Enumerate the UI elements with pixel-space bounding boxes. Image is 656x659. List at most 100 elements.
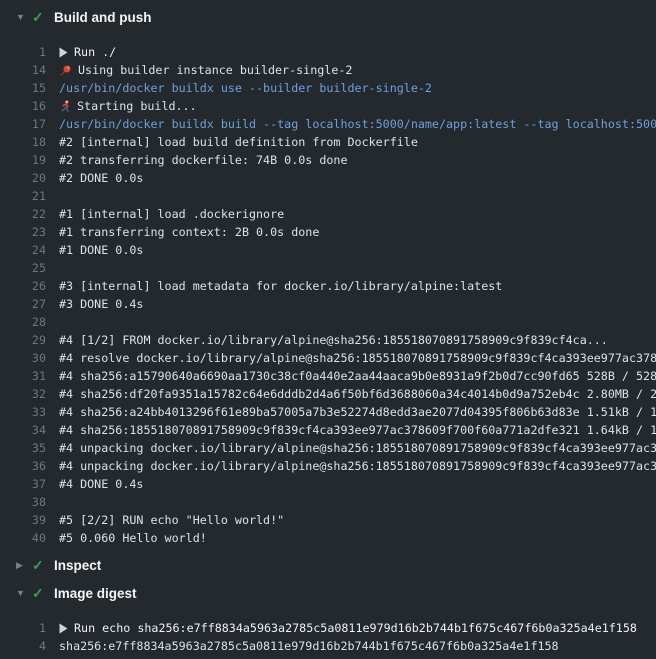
log-line-text: #2 DONE 0.0s <box>59 169 143 187</box>
log-line-number[interactable]: 23 <box>0 223 46 241</box>
chevron-icon[interactable]: ▼ <box>16 589 32 598</box>
log-line: 23 #1 transferring context: 2B 0.0s done <box>0 223 656 241</box>
chevron-icon[interactable]: ▶ <box>16 561 32 570</box>
log-line-number[interactable]: 28 <box>0 313 46 331</box>
log-line-text: Using builder instance builder-single-2 <box>78 61 352 79</box>
log-line-number[interactable]: 16 <box>0 97 46 115</box>
log-line-text: Run ./ <box>74 43 116 61</box>
log-line-text: Starting build... <box>77 97 197 115</box>
log-line-number[interactable]: 40 <box>0 529 46 547</box>
log-line-number[interactable]: 25 <box>0 259 46 277</box>
log-line-text: #5 [2/2] RUN echo "Hello world!" <box>59 511 284 529</box>
log-line: 21 <box>0 187 656 205</box>
step-section: ▼ Build and push 1 Run ./ 14 Using build… <box>0 3 656 551</box>
log-line: 4 sha256:e7ff8834a5963a2785c5a0811e979d1… <box>0 637 656 655</box>
log-line-number[interactable]: 34 <box>0 421 46 439</box>
log-line: 15 /usr/bin/docker buildx use --builder … <box>0 79 656 97</box>
log-line: 35 #4 unpacking docker.io/library/alpine… <box>0 439 656 457</box>
step-header[interactable]: ▼ Build and push <box>0 3 656 31</box>
log-line-text: #4 sha256:a15790640a6690aa1730c38cf0a440… <box>59 367 656 385</box>
log-line-number[interactable]: 18 <box>0 133 46 151</box>
log-line: 36 #4 unpacking docker.io/library/alpine… <box>0 457 656 475</box>
log-line-number[interactable]: 35 <box>0 439 46 457</box>
step-header[interactable]: ▶ Inspect <box>0 551 656 579</box>
log-line-number[interactable]: 32 <box>0 385 46 403</box>
log-line: 32 #4 sha256:df20fa9351a15782c64e6dddb2d… <box>0 385 656 403</box>
log-line: 1 Run ./ <box>0 43 656 61</box>
log-line-text: #1 transferring context: 2B 0.0s done <box>59 223 319 241</box>
check-icon <box>32 10 54 24</box>
log-line-text: #4 sha256:df20fa9351a15782c64e6dddb2d4a6… <box>59 385 656 403</box>
step-title: Inspect <box>54 558 101 573</box>
pushpin-icon <box>59 64 72 77</box>
log-line-text: #1 [internal] load .dockerignore <box>59 205 284 223</box>
log-line: 17 /usr/bin/docker buildx build --tag lo… <box>0 115 656 133</box>
step-header[interactable]: ▼ Image digest <box>0 579 656 607</box>
log-line-text: #5 0.060 Hello world! <box>59 529 207 547</box>
step-log-lines: 1 Run ./ 14 Using builder instance build… <box>0 31 656 551</box>
log-line-text: #1 DONE 0.0s <box>59 241 143 259</box>
log-line: 37 #4 DONE 0.4s <box>0 475 656 493</box>
log-line-text: /usr/bin/docker buildx use --builder bui… <box>59 79 432 97</box>
log-line: 18 #2 [internal] load build definition f… <box>0 133 656 151</box>
log-line-text: #2 [internal] load build definition from… <box>59 133 418 151</box>
log-line-number[interactable]: 17 <box>0 115 46 133</box>
log-line-number[interactable]: 1 <box>0 43 46 61</box>
log-line-number[interactable]: 31 <box>0 367 46 385</box>
log-line-number[interactable]: 19 <box>0 151 46 169</box>
log-line-text: sha256:e7ff8834a5963a2785c5a0811e979d16b… <box>59 637 559 655</box>
log-line-text: #4 sha256:185518070891758909c9f839cf4ca3… <box>59 421 656 439</box>
step-title: Image digest <box>54 586 137 601</box>
log-line-number[interactable]: 33 <box>0 403 46 421</box>
log-line: 1 Run echo sha256:e7ff8834a5963a2785c5a0… <box>0 619 656 637</box>
log-line-text: #4 unpacking docker.io/library/alpine@sh… <box>59 457 656 475</box>
log-line-text: Using builder instance builder-single-2 <box>59 61 352 79</box>
log-line: 16 Starting build... <box>0 97 656 115</box>
log-line-text: #3 [internal] load metadata for docker.i… <box>59 277 502 295</box>
log-line-number[interactable]: 20 <box>0 169 46 187</box>
log-line-number[interactable]: 22 <box>0 205 46 223</box>
log-line: 19 #2 transferring dockerfile: 74B 0.0s … <box>0 151 656 169</box>
log-line-text: Run ./ <box>59 43 116 61</box>
log-line-text: #4 [1/2] FROM docker.io/library/alpine@s… <box>59 331 608 349</box>
log-line: 25 <box>0 259 656 277</box>
log-line: 33 #4 sha256:a24bb4013296f61e89ba57005a7… <box>0 403 656 421</box>
log-line: 14 Using builder instance builder-single… <box>0 61 656 79</box>
log-line-number[interactable]: 26 <box>0 277 46 295</box>
log-line-number[interactable]: 30 <box>0 349 46 367</box>
log-line-number[interactable]: 15 <box>0 79 46 97</box>
log-line-number[interactable]: 21 <box>0 187 46 205</box>
check-icon <box>32 586 54 600</box>
log-line-number[interactable]: 1 <box>0 619 46 637</box>
log-line-text: #4 resolve docker.io/library/alpine@sha2… <box>59 349 656 367</box>
log-line: 34 #4 sha256:185518070891758909c9f839cf4… <box>0 421 656 439</box>
log-line-number[interactable]: 24 <box>0 241 46 259</box>
log-line: 24 #1 DONE 0.0s <box>0 241 656 259</box>
log-line-number[interactable]: 27 <box>0 295 46 313</box>
log-line-number[interactable]: 39 <box>0 511 46 529</box>
log-line: 31 #4 sha256:a15790640a6690aa1730c38cf0a… <box>0 367 656 385</box>
log-line-text: #4 DONE 0.4s <box>59 475 143 493</box>
step-section: ▼ Image digest 1 Run echo sha256:e7ff883… <box>0 579 656 659</box>
step-log-lines: 1 Run echo sha256:e7ff8834a5963a2785c5a0… <box>0 607 656 659</box>
check-icon <box>32 558 54 572</box>
log-line: 20 #2 DONE 0.0s <box>0 169 656 187</box>
log-line-text: #2 transferring dockerfile: 74B 0.0s don… <box>59 151 348 169</box>
log-line-number[interactable]: 4 <box>0 637 46 655</box>
log-line: 38 <box>0 493 656 511</box>
play-icon[interactable] <box>59 623 68 634</box>
log-line-number[interactable]: 37 <box>0 475 46 493</box>
log-line-number[interactable]: 38 <box>0 493 46 511</box>
log-line-number[interactable]: 29 <box>0 331 46 349</box>
log-line-number[interactable]: 14 <box>0 61 46 79</box>
log-line-text: Starting build... <box>59 97 197 115</box>
play-icon[interactable] <box>59 47 68 58</box>
log-line: 39 #5 [2/2] RUN echo "Hello world!" <box>0 511 656 529</box>
log-line: 30 #4 resolve docker.io/library/alpine@s… <box>0 349 656 367</box>
chevron-icon[interactable]: ▼ <box>16 13 32 22</box>
log-line-number[interactable]: 36 <box>0 457 46 475</box>
log-line: 22 #1 [internal] load .dockerignore <box>0 205 656 223</box>
log-line-text: Run echo sha256:e7ff8834a5963a2785c5a081… <box>74 619 637 637</box>
runner-icon <box>59 100 71 113</box>
log-line-text: Run echo sha256:e7ff8834a5963a2785c5a081… <box>59 619 637 637</box>
